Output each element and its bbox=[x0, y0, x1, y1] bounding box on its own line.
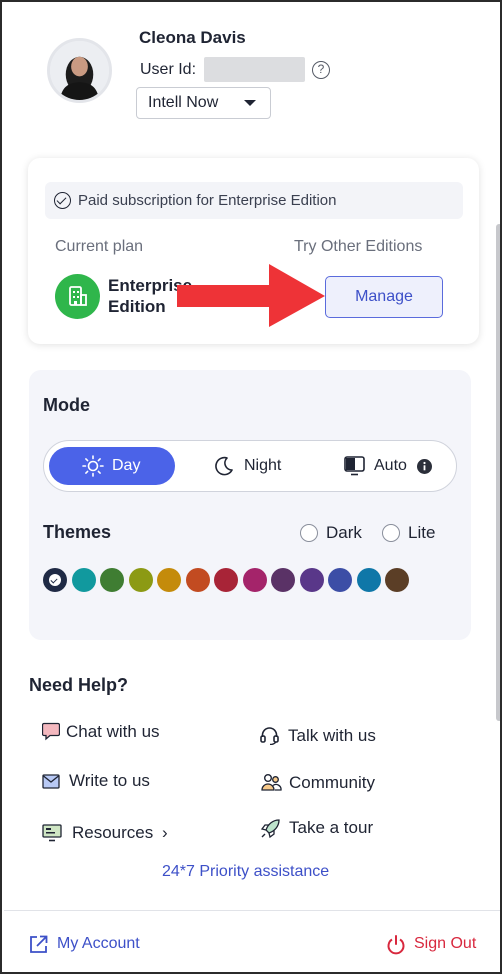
current-plan-label: Current plan bbox=[55, 238, 144, 255]
moon-icon bbox=[215, 456, 233, 476]
appearance-panel bbox=[29, 370, 471, 640]
external-link-icon bbox=[30, 935, 48, 953]
sun-icon bbox=[82, 455, 104, 477]
theme-swatch[interactable] bbox=[43, 568, 67, 592]
priority-assistance-link[interactable]: 24*7 Priority assistance bbox=[162, 863, 329, 881]
resources-link[interactable]: Resources › bbox=[42, 823, 168, 843]
org-dropdown[interactable]: Intell Now bbox=[136, 87, 271, 119]
mode-night-label: Night bbox=[244, 457, 282, 474]
my-account-link[interactable]: My Account bbox=[29, 935, 140, 953]
power-icon bbox=[387, 935, 405, 955]
theme-swatch[interactable] bbox=[271, 568, 295, 592]
theme-swatch[interactable] bbox=[71, 568, 96, 592]
my-account-label: My Account bbox=[57, 935, 140, 952]
monitor-icon bbox=[344, 456, 365, 476]
lite-theme-radio[interactable] bbox=[382, 524, 400, 542]
theme-swatch[interactable] bbox=[100, 568, 124, 592]
take-a-tour-label: Take a tour bbox=[289, 818, 374, 837]
profile-panel: Cleona Davis User Id: ? Intell Now Paid … bbox=[0, 0, 502, 974]
user-id-value bbox=[204, 57, 305, 82]
mode-day-label: Day bbox=[112, 457, 141, 474]
themes-title: Themes bbox=[43, 522, 112, 542]
try-other-editions-link[interactable]: Try Other Editions bbox=[294, 238, 422, 256]
mail-icon bbox=[42, 774, 60, 789]
sign-out-label: Sign Out bbox=[414, 935, 477, 952]
need-help-title: Need Help? bbox=[29, 675, 129, 695]
edition-icon bbox=[55, 274, 100, 319]
theme-swatch[interactable] bbox=[214, 568, 238, 592]
headset-icon bbox=[260, 727, 279, 745]
theme-swatch[interactable] bbox=[242, 568, 267, 592]
caret-down-icon bbox=[244, 100, 256, 106]
lite-theme-label: Lite bbox=[408, 523, 436, 542]
annotation-arrow-icon bbox=[177, 264, 325, 327]
theme-swatch[interactable] bbox=[328, 568, 352, 592]
question-icon[interactable]: ? bbox=[312, 61, 330, 79]
community-icon bbox=[261, 774, 282, 791]
manage-button[interactable]: Manage bbox=[325, 276, 443, 318]
chat-icon bbox=[42, 722, 60, 741]
talk-with-us-link[interactable]: Talk with us bbox=[260, 726, 376, 746]
chat-with-us-label: Chat with us bbox=[66, 722, 160, 741]
mode-auto-label: Auto bbox=[374, 457, 407, 474]
theme-swatch[interactable] bbox=[385, 568, 409, 592]
avatar[interactable] bbox=[47, 38, 112, 103]
subscription-banner: Paid subscription for Enterprise Edition bbox=[45, 182, 463, 219]
talk-with-us-label: Talk with us bbox=[288, 726, 376, 745]
chat-with-us-link[interactable]: Chat with us bbox=[42, 722, 160, 742]
user-name: Cleona Davis bbox=[139, 28, 246, 47]
mode-day-button[interactable]: Day bbox=[49, 447, 175, 485]
theme-swatch[interactable] bbox=[157, 568, 181, 592]
theme-swatch[interactable] bbox=[128, 568, 153, 592]
write-to-us-label: Write to us bbox=[69, 771, 150, 790]
theme-swatch[interactable] bbox=[185, 568, 210, 592]
community-label: Community bbox=[289, 773, 375, 792]
rocket-icon bbox=[260, 819, 280, 839]
resources-label: Resources bbox=[72, 823, 154, 842]
community-link[interactable]: Community bbox=[261, 773, 375, 793]
subscription-text: Paid subscription for Enterprise Edition bbox=[78, 192, 337, 209]
theme-swatch[interactable] bbox=[356, 568, 381, 592]
take-a-tour-link[interactable]: Take a tour bbox=[260, 818, 374, 839]
write-to-us-link[interactable]: Write to us bbox=[42, 771, 150, 791]
chevron-right-icon: › bbox=[162, 823, 168, 842]
dark-theme-radio[interactable] bbox=[300, 524, 318, 542]
user-id-label: User Id: bbox=[140, 61, 197, 78]
check-circle-icon bbox=[54, 192, 71, 209]
mode-title: Mode bbox=[43, 395, 90, 415]
resources-icon bbox=[42, 824, 62, 842]
theme-swatch[interactable] bbox=[299, 568, 324, 592]
dark-theme-label: Dark bbox=[326, 523, 362, 542]
footer-divider bbox=[4, 910, 500, 911]
org-dropdown-label: Intell Now bbox=[148, 94, 219, 111]
sign-out-link[interactable]: Sign Out bbox=[386, 935, 477, 955]
scrollbar[interactable] bbox=[496, 224, 500, 721]
info-icon[interactable] bbox=[417, 459, 432, 474]
